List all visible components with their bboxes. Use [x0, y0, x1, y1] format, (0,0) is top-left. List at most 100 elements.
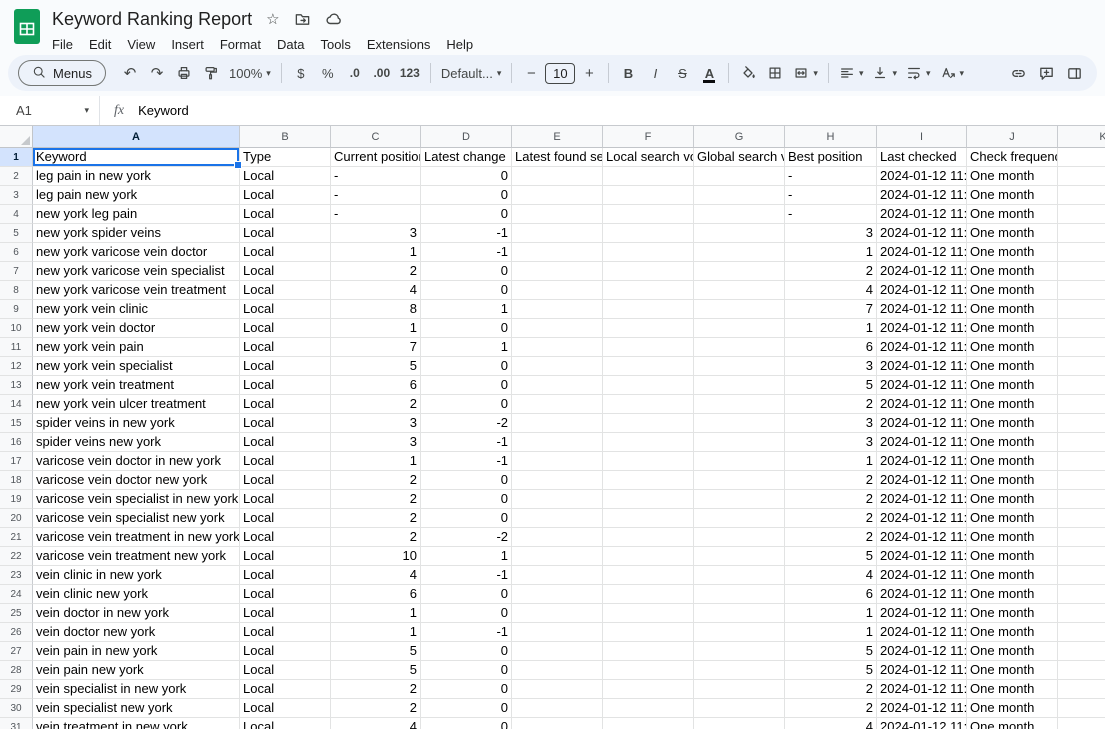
- cell[interactable]: -: [785, 186, 877, 205]
- cell[interactable]: [603, 167, 694, 186]
- cell[interactable]: 2024-01-12 11:3: [877, 642, 967, 661]
- cell[interactable]: 10: [331, 547, 421, 566]
- row-header-6[interactable]: 6: [0, 243, 33, 262]
- font-size-input[interactable]: [545, 63, 575, 84]
- cell[interactable]: [512, 376, 603, 395]
- column-header-I[interactable]: I: [877, 126, 967, 148]
- cell[interactable]: [1058, 471, 1105, 490]
- cell[interactable]: [1058, 547, 1105, 566]
- cell[interactable]: One month: [967, 414, 1058, 433]
- cell[interactable]: varicose vein doctor new york: [33, 471, 240, 490]
- column-header-K[interactable]: K: [1058, 126, 1105, 148]
- cell[interactable]: [1058, 604, 1105, 623]
- row-header-11[interactable]: 11: [0, 338, 33, 357]
- cell[interactable]: [512, 433, 603, 452]
- cell[interactable]: 2: [785, 509, 877, 528]
- cell[interactable]: [603, 395, 694, 414]
- cell[interactable]: 3: [785, 414, 877, 433]
- cell[interactable]: [1058, 642, 1105, 661]
- cell[interactable]: [512, 547, 603, 566]
- cell[interactable]: [1058, 148, 1105, 167]
- cell[interactable]: [694, 281, 785, 300]
- add-comment-button[interactable]: [1033, 60, 1059, 87]
- cell[interactable]: [694, 604, 785, 623]
- cell-name-box[interactable]: A1 ▾: [0, 96, 100, 125]
- cell[interactable]: vein clinic in new york: [33, 566, 240, 585]
- menu-tools[interactable]: Tools: [312, 34, 358, 55]
- cell[interactable]: Local: [240, 661, 331, 680]
- cell[interactable]: 0: [421, 642, 512, 661]
- cell[interactable]: [512, 338, 603, 357]
- cell[interactable]: One month: [967, 528, 1058, 547]
- cell[interactable]: 2024-01-12 11:3: [877, 490, 967, 509]
- cell[interactable]: [694, 357, 785, 376]
- cell[interactable]: 1: [421, 338, 512, 357]
- row-header-15[interactable]: 15: [0, 414, 33, 433]
- row-header-1[interactable]: 1: [0, 148, 33, 167]
- cell[interactable]: 2024-01-12 11:3: [877, 300, 967, 319]
- menu-extensions[interactable]: Extensions: [359, 34, 439, 55]
- cell[interactable]: 0: [421, 167, 512, 186]
- cell[interactable]: One month: [967, 471, 1058, 490]
- cell[interactable]: 1: [421, 300, 512, 319]
- cell[interactable]: [512, 243, 603, 262]
- cell[interactable]: Local: [240, 167, 331, 186]
- column-header-D[interactable]: D: [421, 126, 512, 148]
- row-header-13[interactable]: 13: [0, 376, 33, 395]
- cell[interactable]: 2024-01-12 11:3: [877, 186, 967, 205]
- column-header-E[interactable]: E: [512, 126, 603, 148]
- cell[interactable]: Local: [240, 186, 331, 205]
- cell[interactable]: 2024-01-12 11:3: [877, 585, 967, 604]
- document-title[interactable]: Keyword Ranking Report: [52, 9, 252, 30]
- cell[interactable]: 6: [785, 585, 877, 604]
- cell[interactable]: 2024-01-12 11:3: [877, 319, 967, 338]
- cell[interactable]: [694, 262, 785, 281]
- cell[interactable]: [603, 566, 694, 585]
- cell[interactable]: One month: [967, 585, 1058, 604]
- cell[interactable]: [1058, 376, 1105, 395]
- cell[interactable]: 3: [331, 414, 421, 433]
- cell[interactable]: 2024-01-12 11:3: [877, 680, 967, 699]
- star-icon[interactable]: ☆: [266, 12, 279, 27]
- cell[interactable]: -: [785, 205, 877, 224]
- row-header-21[interactable]: 21: [0, 528, 33, 547]
- cell[interactable]: [694, 623, 785, 642]
- cell[interactable]: [1058, 357, 1105, 376]
- row-header-26[interactable]: 26: [0, 623, 33, 642]
- cell[interactable]: Best position: [785, 148, 877, 167]
- increase-decimal-button[interactable]: .00: [369, 60, 395, 87]
- cell[interactable]: spider veins new york: [33, 433, 240, 452]
- cell[interactable]: 2: [785, 262, 877, 281]
- cell[interactable]: vein specialist new york: [33, 699, 240, 718]
- cell[interactable]: One month: [967, 281, 1058, 300]
- cell[interactable]: One month: [967, 167, 1058, 186]
- cell[interactable]: [512, 414, 603, 433]
- cell[interactable]: One month: [967, 718, 1058, 729]
- cell[interactable]: [1058, 167, 1105, 186]
- cell[interactable]: 2: [785, 395, 877, 414]
- cell[interactable]: [512, 509, 603, 528]
- cell[interactable]: varicose vein specialist new york: [33, 509, 240, 528]
- cell[interactable]: [694, 167, 785, 186]
- cell[interactable]: [603, 281, 694, 300]
- cell[interactable]: Local: [240, 680, 331, 699]
- cell[interactable]: 0: [421, 661, 512, 680]
- cell[interactable]: One month: [967, 490, 1058, 509]
- menu-insert[interactable]: Insert: [163, 34, 212, 55]
- menu-help[interactable]: Help: [438, 34, 481, 55]
- cell[interactable]: [694, 300, 785, 319]
- cell[interactable]: -1: [421, 623, 512, 642]
- row-header-9[interactable]: 9: [0, 300, 33, 319]
- format-currency-button[interactable]: $: [288, 60, 314, 87]
- cell[interactable]: 4: [785, 718, 877, 729]
- cell[interactable]: [694, 414, 785, 433]
- cell[interactable]: 2: [785, 528, 877, 547]
- row-header-2[interactable]: 2: [0, 167, 33, 186]
- cell[interactable]: [512, 471, 603, 490]
- cell[interactable]: [1058, 490, 1105, 509]
- cell[interactable]: [603, 718, 694, 729]
- cell[interactable]: Local: [240, 566, 331, 585]
- cell[interactable]: [603, 661, 694, 680]
- row-header-4[interactable]: 4: [0, 205, 33, 224]
- cell[interactable]: [512, 395, 603, 414]
